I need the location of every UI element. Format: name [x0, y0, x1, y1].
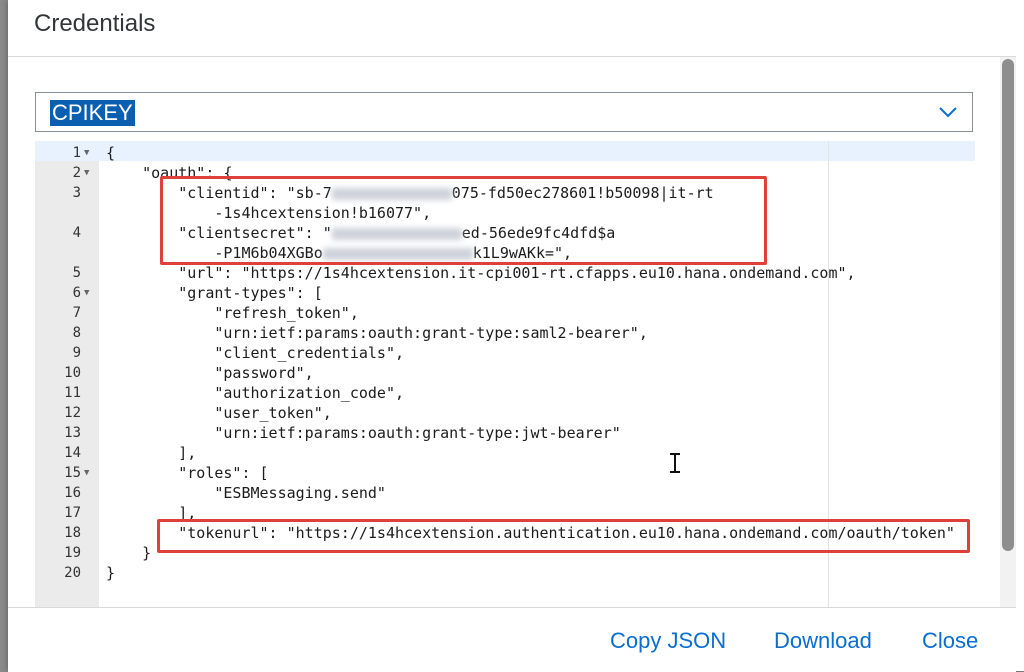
line-number: 13	[64, 425, 81, 441]
fold-toggle-icon[interactable]: ▼	[84, 163, 89, 183]
dialog-footer: Copy JSON Download Close	[8, 607, 1016, 672]
code-text: "urn:ietf:params:oauth:grant-type:saml2-…	[106, 324, 648, 342]
line-number: 19	[64, 545, 81, 561]
download-button[interactable]: Download	[774, 628, 872, 654]
redacted-value	[331, 227, 462, 240]
code-text: "oauth": {	[106, 164, 233, 182]
code-text: "tokenurl": "https://1s4hcextension.auth…	[106, 524, 955, 542]
code-text: "clientid": "sb-7 075-fd50ec278601!b50098…	[106, 184, 714, 202]
selected-service-key: CPIKEY	[50, 100, 135, 126]
fold-toggle-icon[interactable]: ▼	[84, 463, 89, 483]
dialog-header: Credentials	[8, 0, 1016, 57]
scrollbar-thumb[interactable]	[1002, 59, 1014, 551]
line-number: 14	[64, 445, 81, 461]
line-number: 4	[72, 225, 81, 241]
line-number: 11	[64, 385, 81, 401]
redacted-value	[331, 187, 452, 200]
line-number: 6	[72, 285, 81, 301]
code-text: "clientsecret": " ed-56ede9fc4dfd$a	[106, 224, 616, 242]
credentials-dialog: Credentials CPIKEY 1 ▼{2 ▼ "oauth": {3 "cl…	[8, 0, 1024, 672]
text-cursor-icon	[670, 453, 680, 473]
redacted-value	[322, 247, 473, 260]
line-number: 12	[64, 405, 81, 421]
dialog-title: Credentials	[34, 10, 156, 37]
fold-toggle-icon[interactable]: ▼	[84, 283, 89, 303]
code-text: -1s4hcextension!b16077",	[106, 204, 432, 222]
line-number: 18	[64, 525, 81, 541]
code-text: "ESBMessaging.send"	[106, 484, 386, 502]
line-number: 5	[72, 265, 81, 281]
code-text: "password",	[106, 364, 314, 382]
line-number: 3	[72, 185, 81, 201]
line-number: 2	[72, 165, 81, 181]
copy-json-button[interactable]: Copy JSON	[610, 628, 726, 654]
code-text: ],	[106, 444, 197, 462]
code-text: "roles": [	[106, 464, 269, 482]
line-number: 10	[64, 365, 81, 381]
service-key-select[interactable]: CPIKEY	[35, 92, 973, 132]
code-text: "user_token",	[106, 404, 332, 422]
line-number: 15	[64, 465, 81, 481]
code-text: "url": "https://1s4hcextension.it-cpi001…	[106, 264, 856, 282]
line-number: 17	[64, 505, 81, 521]
active-line-highlight	[35, 141, 975, 161]
code-text: "client_credentials",	[106, 344, 405, 362]
chevron-down-icon[interactable]	[938, 103, 958, 121]
code-text: -P1M6b04XGBo k1L9wAKk=",	[106, 244, 573, 262]
line-number: 8	[72, 325, 81, 341]
json-editor[interactable]: 1 ▼{2 ▼ "oauth": {3 "clientid": "sb-7 075-f…	[35, 141, 975, 607]
line-number: 16	[64, 485, 81, 501]
fold-toggle-icon[interactable]: ▼	[84, 143, 89, 163]
dialog-scrollbar[interactable]	[1000, 57, 1016, 607]
code-text: }	[106, 544, 152, 562]
code-text: "grant-types": [	[106, 284, 323, 302]
line-number: 1	[72, 145, 81, 161]
line-number: 7	[72, 305, 81, 321]
code-text: "urn:ietf:params:oauth:grant-type:jwt-be…	[106, 424, 621, 442]
code-text: "authorization_code",	[106, 384, 405, 402]
close-button[interactable]: Close	[922, 628, 978, 654]
code-text: {	[106, 144, 116, 162]
line-number: 20	[64, 565, 81, 581]
code-text: "refresh_token",	[106, 304, 359, 322]
code-text: ],	[106, 504, 197, 522]
line-number: 9	[72, 345, 81, 361]
code-text: }	[106, 564, 116, 582]
